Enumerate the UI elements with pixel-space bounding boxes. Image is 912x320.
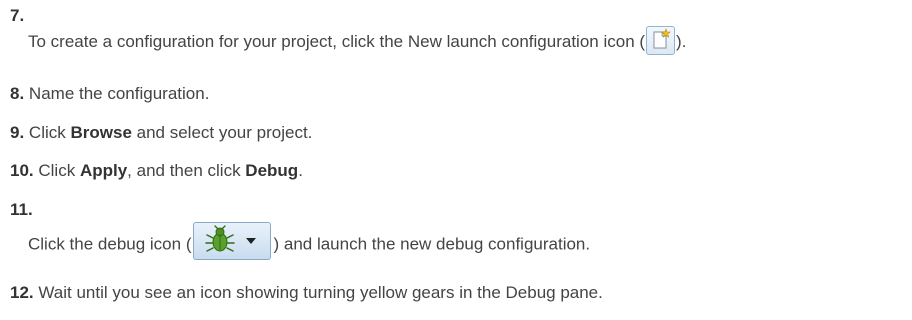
apply-label: Apply [79,161,128,180]
step-text: To create a configuration for your proje… [28,31,646,51]
step-7-text: To create a configuration for your proje… [28,26,687,57]
debug-label: Debug [245,161,299,180]
step-11: 11. [10,200,33,220]
step-text: Wait until you see an icon showing turni… [38,283,603,302]
chevron-down-icon [246,238,257,244]
step-number: 7. [10,6,25,25]
step-text-end: . [298,161,303,180]
step-9: 9. Click Browse and select your project. [10,123,312,143]
step-text: Click [38,161,80,180]
step-text-middle: , and then click [127,161,246,180]
step-text-end: and select your project. [131,123,313,142]
step-text: Name the configuration. [28,84,210,103]
step-text: Click the debug icon ( [28,234,192,254]
step-number: 12. [10,283,34,302]
step-11-text: Click the debug icon () and launch the … [28,222,591,264]
new-launch-configuration-icon [646,26,676,55]
debug-bug-icon [205,225,236,252]
step-8: 8. Name the configuration. [10,84,209,104]
step-7: 7. [10,6,24,26]
step-12: 12. Wait until you see an icon showing t… [10,283,603,303]
step-number: 11. [10,200,33,219]
step-text-end: ). [676,31,687,51]
step-10: 10. Click Apply, and then click Debug. [10,161,303,181]
step-number: 9. [10,123,25,142]
step-text-end: ) and launch the new debug configuration… [273,234,591,254]
instructions-document: 7. To create a configuration for your pr… [0,0,912,320]
step-text: Click [28,123,71,142]
debug-button-icon [193,222,272,260]
browse-label: Browse [70,123,132,142]
step-number: 10. [10,161,34,180]
step-number: 8. [10,84,25,103]
